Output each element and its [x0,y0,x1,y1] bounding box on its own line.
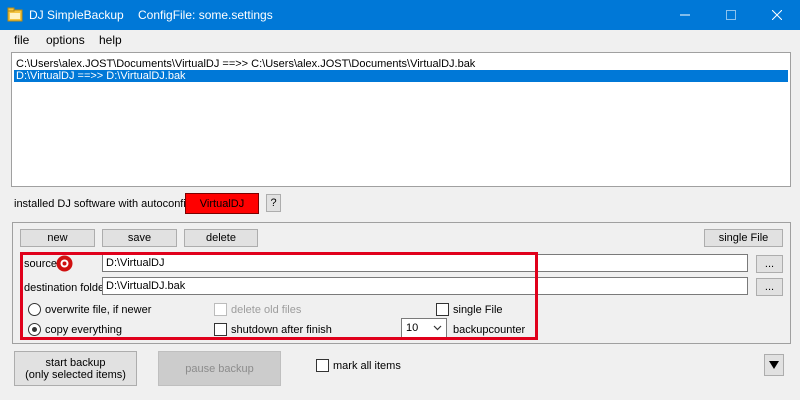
triangle-down-icon [769,361,779,369]
mark-all-label: mark all items [333,360,401,372]
menu-help[interactable]: help [99,33,122,47]
app-icon [7,7,23,22]
list-item[interactable]: C:\Users\alex.JOST\Documents\VirtualDJ =… [14,58,788,70]
close-button[interactable] [754,0,800,30]
minimize-icon [680,14,690,16]
start-backup-button[interactable]: start backup (only selected items) [14,351,137,386]
save-button[interactable]: save [102,229,177,247]
virtualdj-autoconfig-button[interactable]: VirtualDJ [185,193,259,214]
menu-bar: file options help [0,30,800,50]
start-backup-line1: start backup [45,356,106,369]
pause-backup-button[interactable]: pause backup [158,351,281,386]
start-backup-line2: (only selected items) [25,368,126,381]
list-item-selected[interactable]: D:\VirtualDJ ==>> D:\VirtualDJ.bak [14,70,788,82]
expand-button[interactable] [764,354,784,376]
config-file-label: ConfigFile: some.settings [138,8,273,22]
maximize-icon [726,10,736,20]
mark-all-checkbox[interactable] [316,359,329,372]
minimize-button[interactable] [662,0,708,30]
menu-options[interactable]: options [46,33,85,47]
delete-button[interactable]: delete [184,229,258,247]
menu-file[interactable]: file [14,33,29,47]
destination-browse-button[interactable]: ... [756,278,783,296]
single-file-button[interactable]: single File [704,229,783,247]
new-button[interactable]: new [20,229,95,247]
help-button[interactable]: ? [266,194,281,212]
close-icon [772,10,782,20]
highlight-box [20,252,538,340]
title-bar: DJ SimpleBackup ConfigFile: some.setting… [0,0,800,30]
autoconfig-label: installed DJ software with autoconfig: [14,198,195,210]
source-browse-button[interactable]: ... [756,255,783,273]
backup-job-list[interactable]: C:\Users\alex.JOST\Documents\VirtualDJ =… [11,52,791,187]
window-title: DJ SimpleBackup [29,8,124,22]
maximize-button[interactable] [708,0,754,30]
